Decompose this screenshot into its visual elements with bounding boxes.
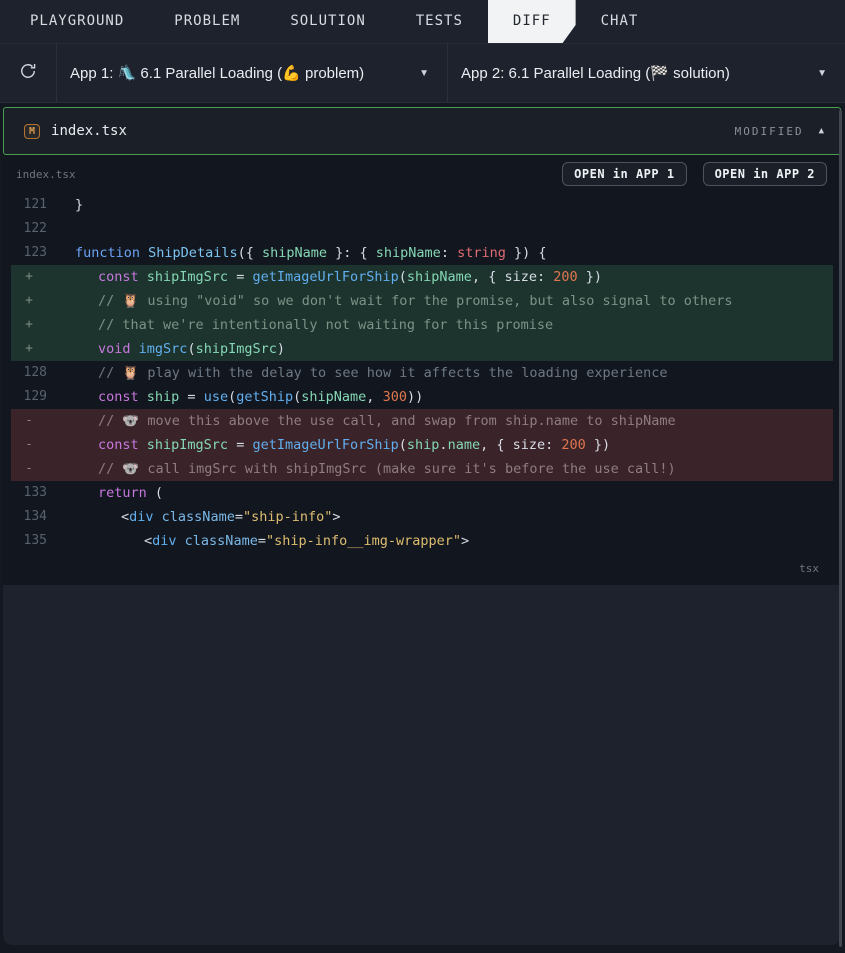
line-gutter: -	[25, 413, 33, 428]
refresh-icon	[18, 61, 38, 85]
topnav-tabs: PLAYGROUND PROBLEM SOLUTION TESTS DIFF CHAT	[5, 0, 663, 43]
code-line: 135 <div className="ship-info__img-wrapp…	[11, 529, 833, 553]
collapse-icon: ▲	[818, 126, 824, 136]
line-code: const shipImgSrc = getImageUrlForShip(sh…	[98, 269, 602, 285]
line-gutter: 133	[23, 485, 47, 500]
line-code: const ship = use(getShip(shipName, 300))	[98, 389, 424, 405]
tab-tests[interactable]: TESTS	[391, 0, 488, 43]
line-code: <div className="ship-info">	[75, 509, 341, 525]
code-file-label: index.tsx	[16, 167, 76, 181]
line-code: // 🦉 play with the delay to see how it a…	[98, 365, 668, 381]
refresh-button[interactable]	[0, 44, 57, 102]
code-line: + void imgSrc(shipImgSrc)	[11, 337, 833, 361]
code-line: 129 const ship = use(getShip(shipName, 3…	[11, 385, 833, 409]
line-code: const shipImgSrc = getImageUrlForShip(sh…	[98, 437, 611, 453]
app2-select-label: App 2: 6.1 Parallel Loading (🏁 solution)	[461, 65, 730, 82]
code-line: 122	[11, 217, 833, 241]
line-code: // that we're intentionally not waiting …	[98, 317, 554, 333]
tab-solution[interactable]: SOLUTION	[265, 0, 390, 43]
language-label: tsx	[799, 562, 819, 575]
open-in-app1-button[interactable]: OPEN in APP 1	[562, 162, 687, 186]
tab-diff[interactable]: DIFF	[488, 0, 576, 43]
vertical-scrollbar[interactable]	[839, 110, 842, 947]
empty-diff-area	[3, 585, 841, 945]
line-gutter: +	[25, 317, 33, 332]
line-gutter: 134	[23, 509, 47, 524]
app1-select[interactable]: App 1: 🛝 6.1 Parallel Loading (💪 problem…	[57, 44, 448, 102]
line-code: function ShipDetails({ shipName }: { shi…	[75, 245, 547, 261]
code-panel-header: index.tsx OPEN in APP 1 OPEN in APP 2	[11, 155, 833, 193]
status-badge: MODIFIED	[734, 124, 804, 138]
line-gutter: -	[25, 437, 33, 452]
language-row: tsx	[11, 553, 833, 576]
code-diff-panel: index.tsx OPEN in APP 1 OPEN in APP 2 12…	[3, 155, 841, 585]
tab-playground[interactable]: PLAYGROUND	[5, 0, 149, 43]
code-line: - // 🐨 call imgSrc with shipImgSrc (make…	[11, 457, 833, 481]
code-line: - const shipImgSrc = getImageUrlForShip(…	[11, 433, 833, 457]
line-gutter: 129	[23, 389, 47, 404]
file-name: index.tsx	[51, 123, 127, 139]
code-line: + // that we're intentionally not waitin…	[11, 313, 833, 337]
line-gutter: 123	[23, 245, 47, 260]
app1-select-label: App 1: 🛝 6.1 Parallel Loading (💪 problem…	[70, 65, 365, 82]
diff-lines: 121} 122 123 function ShipDetails({ shipNam…	[11, 193, 833, 553]
line-code: // 🐨 call imgSrc with shipImgSrc (make s…	[98, 461, 676, 477]
tab-problem[interactable]: PROBLEM	[149, 0, 265, 43]
line-code: // 🐨 move this above the use call, and s…	[98, 413, 676, 429]
app2-select[interactable]: App 2: 6.1 Parallel Loading (🏁 solution)…	[448, 44, 845, 102]
line-gutter: 128	[23, 365, 47, 380]
file-diff-header[interactable]: M index.tsx MODIFIED ▲	[3, 107, 841, 155]
chevron-down-icon: ▼	[419, 67, 429, 79]
tab-chat[interactable]: CHAT	[576, 0, 664, 43]
top-nav: PLAYGROUND PROBLEM SOLUTION TESTS DIFF CHAT	[0, 0, 845, 44]
line-gutter: 121	[23, 197, 47, 212]
code-line: + // 🦉 using "void" so we don't wait for…	[11, 289, 833, 313]
code-line: 128 // 🦉 play with the delay to see how …	[11, 361, 833, 385]
chevron-down-icon: ▼	[817, 67, 827, 79]
line-code: }	[75, 197, 84, 213]
code-line: - // 🐨 move this above the use call, and…	[11, 409, 833, 433]
code-line: 133 return (	[11, 481, 833, 505]
line-gutter: +	[25, 341, 33, 356]
line-code: <div className="ship-info__img-wrapper">	[75, 533, 470, 549]
line-code: // 🦉 using "void" so we don't wait for t…	[98, 293, 733, 309]
line-gutter: +	[25, 269, 33, 284]
app-selector-row: App 1: 🛝 6.1 Parallel Loading (💪 problem…	[0, 44, 845, 103]
code-line: 121}	[11, 193, 833, 217]
line-gutter: 135	[23, 533, 47, 548]
line-gutter: 122	[23, 221, 47, 236]
code-line: 123 function ShipDetails({ shipName }: { …	[11, 241, 833, 265]
line-code: return (	[98, 485, 164, 501]
modified-badge-icon: M	[24, 123, 41, 139]
line-gutter: +	[25, 293, 33, 308]
line-code: void imgSrc(shipImgSrc)	[98, 341, 285, 357]
open-in-app2-button[interactable]: OPEN in APP 2	[702, 162, 827, 186]
line-gutter: -	[25, 461, 33, 476]
code-line: + const shipImgSrc = getImageUrlForShip(…	[11, 265, 833, 289]
code-line: 134 <div className="ship-info">	[11, 505, 833, 529]
